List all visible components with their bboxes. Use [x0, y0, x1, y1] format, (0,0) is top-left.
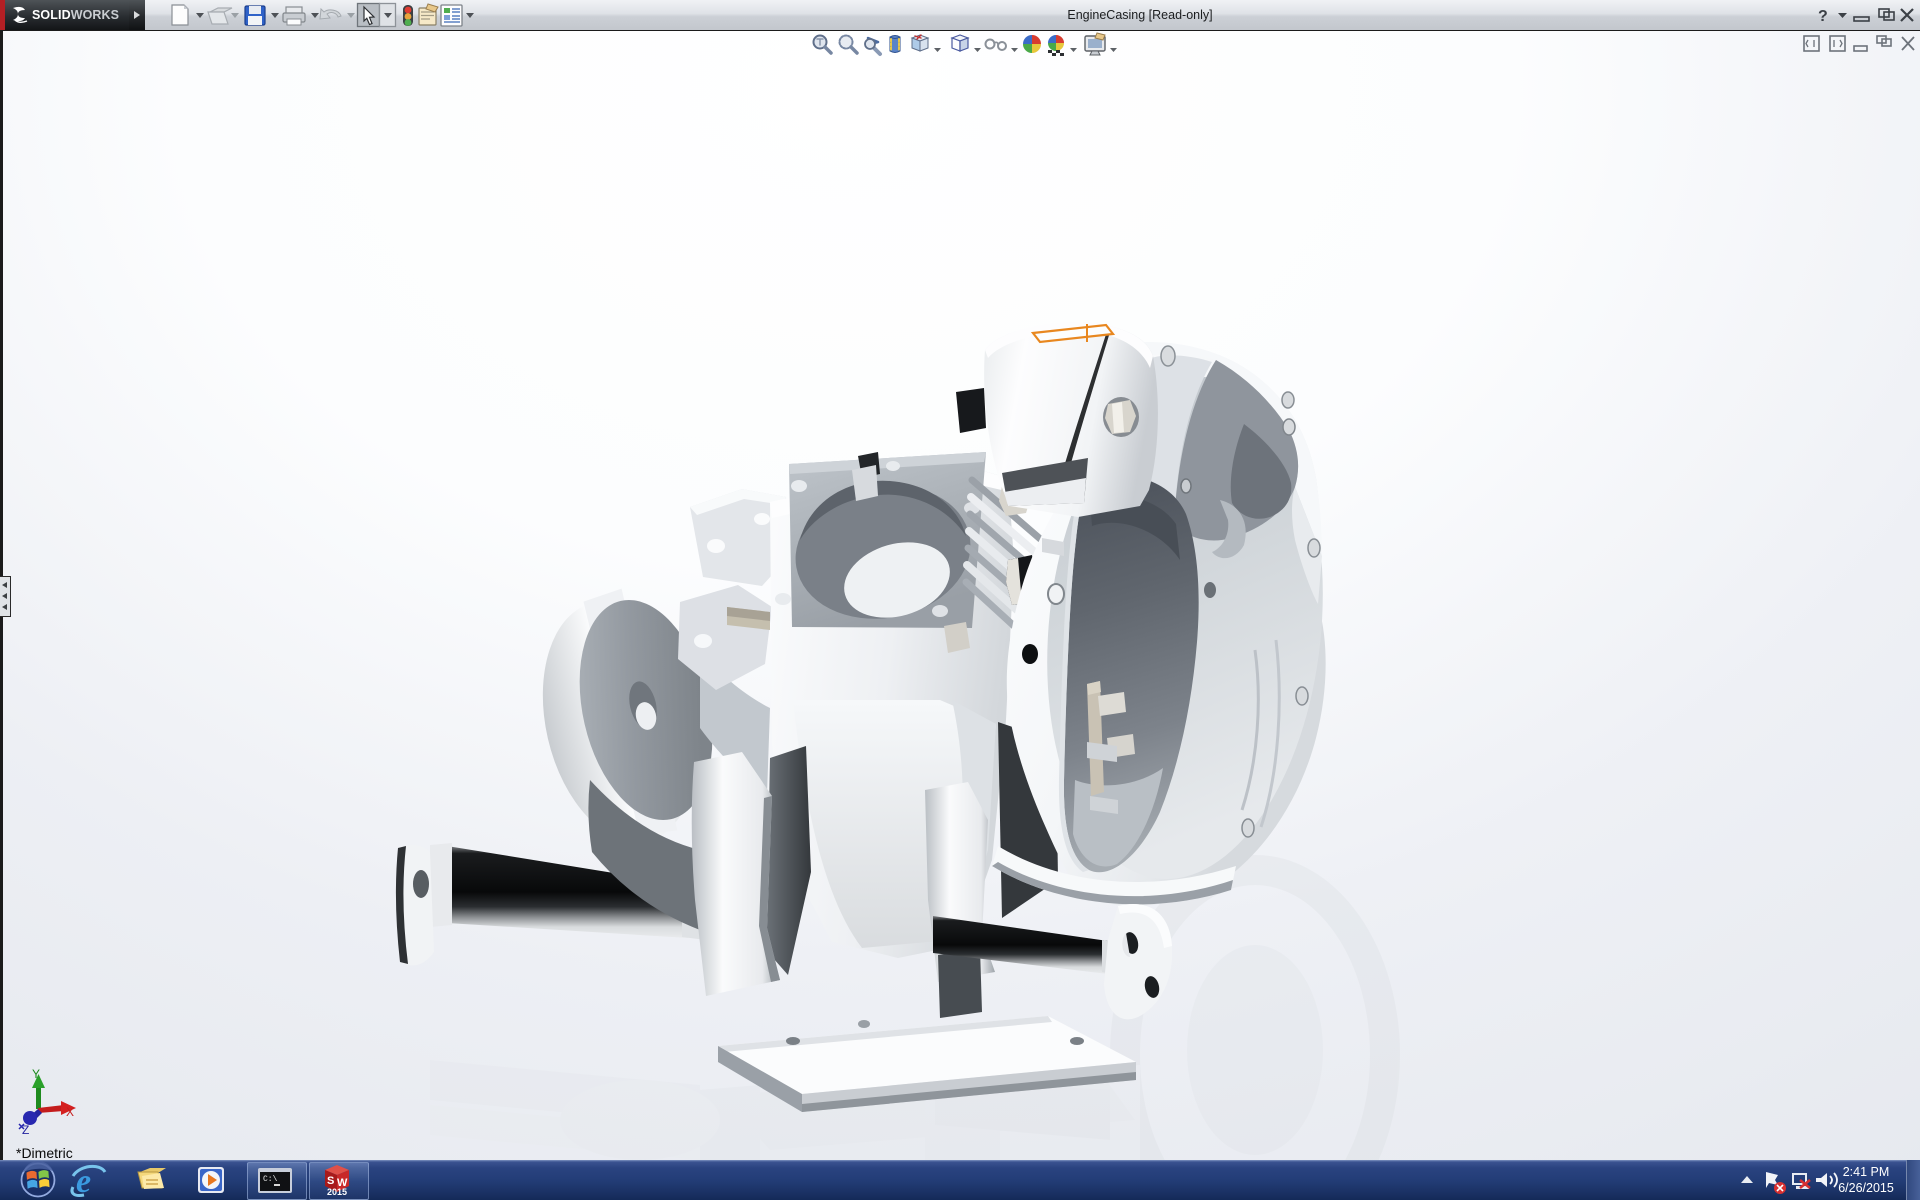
svg-text:2015: 2015: [327, 1187, 347, 1197]
svg-text:Z: Z: [22, 1123, 29, 1137]
svg-text:*Dimetric: *Dimetric: [16, 1145, 73, 1160]
svg-text:C:\: C:\: [263, 1175, 278, 1184]
svg-text:X: X: [66, 1105, 74, 1119]
svg-text:Y: Y: [32, 1067, 40, 1081]
svg-text:S: S: [327, 1175, 334, 1187]
svg-text:?: ?: [1818, 8, 1828, 25]
